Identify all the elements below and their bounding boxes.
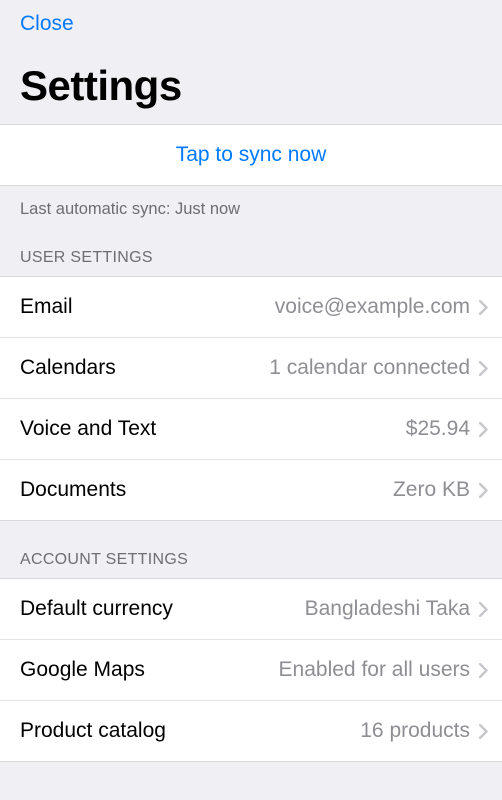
row-value: Zero KB (126, 478, 478, 502)
row-label: Product catalog (20, 719, 166, 743)
row-product-catalog[interactable]: Product catalog 16 products (0, 701, 502, 761)
row-label: Email (20, 295, 73, 319)
row-label: Google Maps (20, 658, 145, 682)
row-default-currency[interactable]: Default currency Bangladeshi Taka (0, 579, 502, 640)
header-bar: Close (0, 0, 502, 40)
chevron-right-icon (478, 723, 488, 739)
section-header-account-settings: ACCOUNT SETTINGS (0, 521, 502, 578)
row-value: Bangladeshi Taka (173, 597, 478, 621)
page-title: Settings (0, 40, 502, 124)
chevron-right-icon (478, 299, 488, 315)
sync-now-row[interactable]: Tap to sync now (0, 124, 502, 186)
close-button[interactable]: Close (20, 8, 74, 40)
row-label: Voice and Text (20, 417, 156, 441)
row-label: Calendars (20, 356, 116, 380)
row-voice-and-text[interactable]: Voice and Text $25.94 (0, 399, 502, 460)
row-label: Documents (20, 478, 126, 502)
account-settings-list: Default currency Bangladeshi Taka Google… (0, 578, 502, 762)
row-value: $25.94 (156, 417, 478, 441)
row-value: Enabled for all users (145, 658, 478, 682)
row-value: 16 products (166, 719, 478, 743)
section-header-user-settings: USER SETTINGS (0, 219, 502, 276)
row-google-maps[interactable]: Google Maps Enabled for all users (0, 640, 502, 701)
row-value: voice@example.com (73, 295, 478, 319)
chevron-right-icon (478, 662, 488, 678)
last-sync-status: Last automatic sync: Just now (0, 186, 502, 219)
row-email[interactable]: Email voice@example.com (0, 277, 502, 338)
chevron-right-icon (478, 601, 488, 617)
row-calendars[interactable]: Calendars 1 calendar connected (0, 338, 502, 399)
chevron-right-icon (478, 482, 488, 498)
row-value: 1 calendar connected (116, 356, 478, 380)
chevron-right-icon (478, 360, 488, 376)
chevron-right-icon (478, 421, 488, 437)
user-settings-list: Email voice@example.com Calendars 1 cale… (0, 276, 502, 521)
row-documents[interactable]: Documents Zero KB (0, 460, 502, 520)
sync-now-label: Tap to sync now (176, 143, 327, 166)
row-label: Default currency (20, 597, 173, 621)
